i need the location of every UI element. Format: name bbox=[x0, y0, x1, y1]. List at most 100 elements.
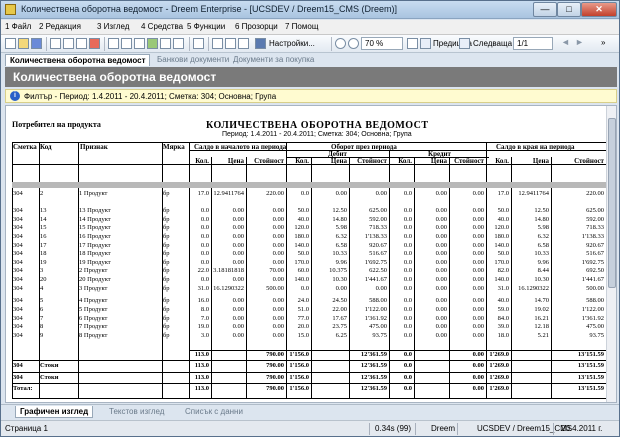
tab-data-list[interactable]: Списък с данни bbox=[181, 406, 247, 418]
menu-view[interactable]: 3 Изглед bbox=[97, 22, 129, 31]
menu-tools[interactable]: 4 Средства bbox=[141, 22, 183, 31]
filter-icon[interactable] bbox=[160, 38, 171, 49]
zoom-select[interactable]: 70 % bbox=[361, 37, 403, 50]
tab-bank-documents[interactable]: Банкови документи bbox=[153, 54, 233, 66]
new-icon[interactable] bbox=[5, 38, 16, 49]
table-cell: 475.00 bbox=[369, 323, 387, 330]
paste-icon[interactable] bbox=[76, 38, 87, 49]
summary-cell: 0.0 bbox=[403, 351, 412, 358]
tab-quantity-turnover[interactable]: Количествена оборотна ведомост bbox=[5, 54, 151, 66]
settings-button[interactable]: Настройки... bbox=[269, 39, 315, 48]
table-cell: 93.75 bbox=[372, 332, 387, 339]
header-price: Цена bbox=[532, 157, 549, 165]
table-cell: 0.0 bbox=[403, 190, 412, 197]
next-page-icon[interactable] bbox=[459, 38, 470, 49]
table-cell: 588.00 bbox=[369, 297, 387, 304]
table-cell: 692.50 bbox=[586, 267, 604, 274]
save-icon[interactable] bbox=[31, 38, 42, 49]
summary-cell: 1'269.0 bbox=[489, 351, 509, 358]
filter-bar: i Филтър - Период: 1.4.2011 - 20.4.2011;… bbox=[5, 89, 617, 103]
report-icon[interactable] bbox=[193, 38, 204, 49]
header-closing-balance: Салдо в края на периода bbox=[496, 143, 575, 151]
table-cell: 16 bbox=[40, 233, 47, 240]
header-qty: Кол. bbox=[495, 157, 509, 165]
table-cell: 0.00 bbox=[232, 259, 244, 266]
maximize-button[interactable]: □ bbox=[557, 2, 581, 17]
table-cell: 304 bbox=[13, 259, 23, 266]
next-page-button[interactable]: Следваща bbox=[473, 39, 512, 48]
print-icon[interactable] bbox=[108, 38, 119, 49]
toolbar-overflow-icon[interactable]: » bbox=[601, 38, 612, 49]
status-date: 20.4.2011 г. bbox=[561, 424, 603, 433]
header-price: Цена bbox=[330, 157, 347, 165]
table-cell: 0.00 bbox=[435, 306, 447, 313]
scrollbar-thumb[interactable] bbox=[608, 118, 616, 288]
close-button[interactable]: ✕ bbox=[581, 2, 617, 17]
table-cell: 0.00 bbox=[375, 285, 387, 292]
delete-icon[interactable] bbox=[89, 38, 100, 49]
settings-icon[interactable] bbox=[255, 38, 266, 49]
forward-arrow-icon[interactable]: ► bbox=[575, 38, 586, 49]
table-cell: 77.0 bbox=[297, 315, 309, 322]
table-cell: 170.0 bbox=[294, 259, 309, 266]
zoom-out-icon[interactable] bbox=[348, 38, 359, 49]
tab-text-view[interactable]: Текстов изглед bbox=[105, 406, 168, 418]
table-cell: бр bbox=[163, 315, 170, 322]
table-cell: 140.0 bbox=[294, 242, 309, 249]
cut-icon[interactable] bbox=[50, 38, 61, 49]
table-cell: 5.98 bbox=[537, 224, 549, 231]
table-cell: 0.00 bbox=[232, 323, 244, 330]
table-cell: 0.00 bbox=[272, 242, 284, 249]
table-cell: 18.0 bbox=[497, 332, 509, 339]
export-icon[interactable] bbox=[238, 38, 249, 49]
status-database: UCSDEV / Dreem15_CMS bbox=[477, 424, 573, 433]
table-cell: 84.0 bbox=[497, 315, 509, 322]
print-preview-icon[interactable] bbox=[121, 38, 132, 49]
table-cell: 140.0 bbox=[494, 242, 509, 249]
open-icon[interactable] bbox=[18, 38, 29, 49]
table-cell: 13 Продукт bbox=[79, 207, 111, 214]
tab-purchase-documents[interactable]: Документи за покупка bbox=[229, 54, 318, 66]
sort-icon[interactable] bbox=[173, 38, 184, 49]
minimize-button[interactable]: — bbox=[533, 2, 557, 17]
menu-windows[interactable]: 6 Прозорци bbox=[235, 22, 278, 31]
zoom-in-icon[interactable] bbox=[335, 38, 346, 49]
report-title: КОЛИЧЕСТВЕНА ОБОРОТНА ВЕДОМОСТ bbox=[206, 120, 429, 131]
window-title: Количествена оборотна ведомост - Dreem E… bbox=[21, 4, 397, 14]
table-cell: 50.0 bbox=[497, 250, 509, 257]
menu-edit[interactable]: 2 Редакция bbox=[39, 22, 81, 31]
table-cell: 50.0 bbox=[297, 250, 309, 257]
table-cell: 0.00 bbox=[435, 332, 447, 339]
stock-label-2: 304 bbox=[13, 374, 23, 381]
table-cell: 17.0 bbox=[497, 190, 509, 197]
prev-page-icon[interactable] bbox=[420, 38, 431, 49]
page-select[interactable]: 1/1 bbox=[513, 37, 553, 50]
table-cell: 0.0 bbox=[200, 216, 209, 223]
page-layout-icon[interactable] bbox=[212, 38, 223, 49]
table-cell: 17 Продукт bbox=[79, 242, 111, 249]
table-cell: 10.33 bbox=[332, 250, 347, 257]
vertical-scrollbar[interactable] bbox=[606, 106, 616, 402]
summary-cell: 0.0 bbox=[403, 374, 412, 381]
table-cell: 304 bbox=[13, 276, 23, 283]
tab-graphic-view[interactable]: Графичен изглед bbox=[15, 406, 94, 418]
menu-file[interactable]: 1 Файл bbox=[5, 22, 31, 31]
copy-icon[interactable] bbox=[63, 38, 74, 49]
table-cell: 82.0 bbox=[497, 267, 509, 274]
table-cell: бр bbox=[163, 276, 170, 283]
table-cell: 1'692.75 bbox=[364, 259, 387, 266]
first-page-icon[interactable] bbox=[407, 38, 418, 49]
menu-help[interactable]: 7 Помощ bbox=[285, 22, 318, 31]
summary-cell: 113.0 bbox=[194, 385, 209, 392]
table-cell: 1'361.92 bbox=[364, 315, 387, 322]
report-preview[interactable]: Потребител на продукта КОЛИЧЕСТВЕНА ОБОР… bbox=[5, 105, 617, 403]
columns-icon[interactable] bbox=[225, 38, 236, 49]
table-cell: 1'361.92 bbox=[581, 315, 604, 322]
search-icon[interactable] bbox=[134, 38, 145, 49]
menu-functions[interactable]: 5 Функции bbox=[187, 22, 225, 31]
refresh-icon[interactable] bbox=[147, 38, 158, 49]
title-bar[interactable]: Количествена оборотна ведомост - Dreem E… bbox=[1, 1, 619, 19]
table-cell: 304 bbox=[13, 190, 23, 197]
back-arrow-icon[interactable]: ◄ bbox=[561, 38, 572, 49]
table-cell: 0.00 bbox=[472, 242, 484, 249]
